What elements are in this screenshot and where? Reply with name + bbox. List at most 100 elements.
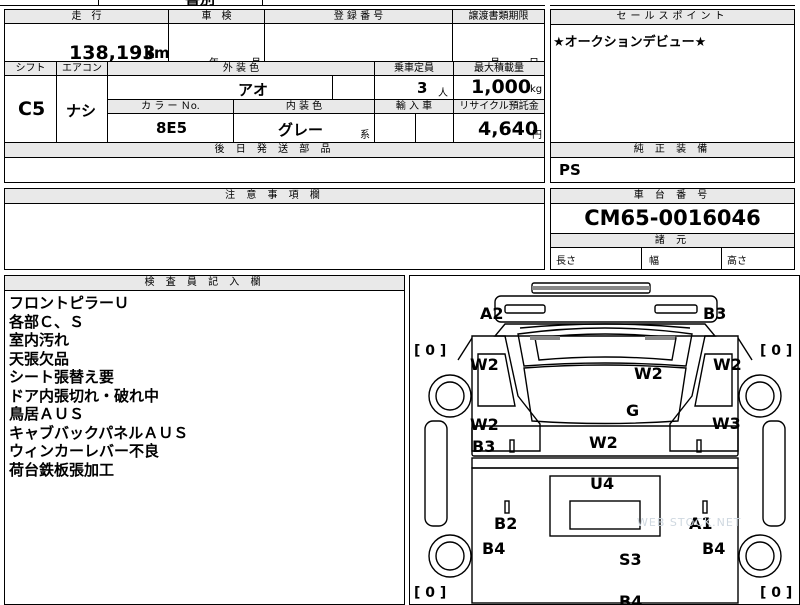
tire-front-right: [ 0 ]: [760, 343, 793, 359]
max-load-unit: kg: [530, 84, 543, 95]
top-partial-cell: [262, 0, 263, 6]
max-load-cell: 1,000 kg: [453, 75, 545, 100]
exterior-color-sub-cell: [332, 75, 375, 100]
label-front-right: B3: [703, 304, 727, 323]
caution-box: 注 意 事 項 欄: [4, 188, 545, 270]
exterior-color-value: アオ: [238, 81, 269, 99]
label-cab-back: W2: [589, 433, 618, 452]
dims-width: 幅: [649, 256, 659, 267]
inspector-header: 検 査 員 記 入 欄: [5, 276, 404, 291]
inspector-note: シート張替え要: [9, 368, 115, 386]
top-partial-cell: [98, 0, 99, 6]
header-exterior-color: 外 装 色: [107, 61, 375, 76]
header-import: 輸 入 車: [374, 99, 454, 114]
sales-point-text: ★オークションデビュー★: [553, 35, 707, 50]
side-guard-left: [424, 420, 448, 527]
label-rear-wheel-right: B4: [702, 539, 726, 558]
aircon-value: ナシ: [66, 102, 97, 120]
recycle-unit: 円: [532, 130, 542, 141]
label-right-side: W3: [712, 414, 741, 433]
later-parts-box: 後 日 発 送 部 品: [4, 142, 545, 183]
label-tailgate: B4: [619, 592, 643, 605]
grille-strip-right: [645, 336, 675, 340]
chassis-number: CM65-0016046: [584, 206, 761, 230]
damage-diagram-box: A2 B3 [ 0 ] [ 0 ] W2 W2 W2 G W2 B3 W2 W3…: [409, 275, 800, 605]
side-guard-right: [762, 420, 786, 527]
shift-cell: C5: [4, 75, 57, 144]
tire-front-left: [ 0 ]: [414, 343, 447, 359]
grille-strip-left: [530, 336, 560, 340]
genuine-equipment-header: 純 正 装 備: [551, 143, 794, 158]
inspector-box: 検 査 員 記 入 欄 フロントピラーＵ 各部Ｃ、Ｓ 室内汚れ 天張欠品 シート…: [4, 275, 405, 605]
header-registration: 登 録 番 号: [264, 9, 453, 24]
capacity-value: 3: [417, 79, 428, 97]
header-aircon: エアコン: [56, 61, 108, 76]
label-left-side: W2: [470, 415, 499, 434]
tire-rear-right: [ 0 ]: [760, 585, 793, 601]
header-capacity: 乗車定員: [374, 61, 454, 76]
dims-length: 長さ: [556, 256, 576, 267]
inspector-note: 天張欠品: [9, 349, 70, 368]
watermark: WEB STOCK.NET: [637, 516, 742, 529]
dims-sep-1: [641, 248, 642, 270]
bumper-strip: [532, 286, 650, 290]
inspector-note: 各部Ｃ、Ｓ: [9, 312, 85, 331]
header-transfer: 譲渡書類期限: [452, 9, 545, 24]
interior-color-value: グレー: [278, 121, 324, 139]
max-load-value: 1,000: [471, 76, 532, 98]
label-door-right: W2: [713, 355, 742, 374]
header-shift: シフト: [4, 61, 57, 76]
headlight-left: [504, 304, 546, 314]
import-cell-a: [374, 113, 416, 143]
inspector-note: フロントピラーＵ: [9, 294, 130, 312]
vehicle-info-table: 走 行 車 検 登 録 番 号 譲渡書類期限 138,193 km 年 月 月 …: [4, 9, 545, 144]
capacity-unit: 人: [438, 88, 448, 99]
bed-inner-2: [569, 500, 641, 530]
interior-color-cell: グレー 系: [233, 113, 375, 143]
import-cell-b: [415, 113, 454, 143]
label-front-left: A2: [480, 304, 504, 323]
label-rear-wheel-left: B4: [482, 539, 506, 558]
tire-rear-left: [ 0 ]: [414, 585, 447, 601]
mileage-unit: km: [144, 44, 170, 62]
exterior-color-cell: アオ: [107, 75, 333, 100]
interior-color-suffix: 系: [360, 130, 370, 141]
dims-header: 諸 元: [551, 234, 794, 248]
color-no-value: 8E5: [156, 119, 188, 137]
wheel-rr: [738, 534, 782, 578]
sales-point-box: セールスポイント ★オークションデビュー★: [550, 9, 795, 143]
header-max-load: 最大積載量: [453, 61, 545, 76]
label-windshield: W2: [634, 364, 663, 383]
top-partial-strip: 書別: [0, 0, 545, 9]
capacity-cell: 3 人: [374, 75, 454, 100]
label-rear-left: B2: [494, 514, 518, 533]
chassis-header: 車 台 番 号: [551, 189, 794, 204]
recycle-cell: 4,640 円: [453, 113, 545, 143]
front-bumper: [494, 295, 718, 323]
genuine-equipment-box: 純 正 装 備 PS: [550, 142, 795, 183]
wheel-fr: [738, 374, 782, 418]
dims-sep-2: [721, 248, 722, 270]
label-glass: G: [626, 401, 640, 420]
header-interior-color: 内 装 色: [233, 99, 375, 114]
headlight-right: [654, 304, 698, 314]
bed-front: [471, 457, 739, 469]
top-partial-right: [550, 0, 795, 6]
wheel-fl: [428, 374, 472, 418]
sales-point-header: セールスポイント: [551, 10, 794, 25]
chassis-box: 車 台 番 号 CM65-0016046 諸 元 長さ 幅 高さ: [550, 188, 795, 270]
dims-height: 高さ: [727, 256, 747, 267]
top-partial-text: 書別: [185, 0, 215, 9]
shift-value: C5: [18, 98, 46, 120]
inspector-note: キャブバックパネルＡＵＳ: [9, 423, 189, 442]
inspector-notes: フロントピラーＵ 各部Ｃ、Ｓ 室内汚れ 天張欠品 シート張替え要 ドア内張切れ・…: [9, 294, 188, 479]
label-door-left: W2: [470, 355, 499, 374]
genuine-equipment-value: PS: [559, 161, 581, 179]
cab-right-side: [669, 335, 739, 452]
label-bed-front: U4: [590, 474, 615, 493]
inspector-note: 室内汚れ: [9, 331, 70, 349]
inspector-note: ウィンカーレバー不良: [9, 442, 160, 460]
label-left-lower: B3: [472, 437, 496, 456]
header-inspection: 車 検: [168, 9, 265, 24]
recycle-value: 4,640: [478, 118, 539, 140]
